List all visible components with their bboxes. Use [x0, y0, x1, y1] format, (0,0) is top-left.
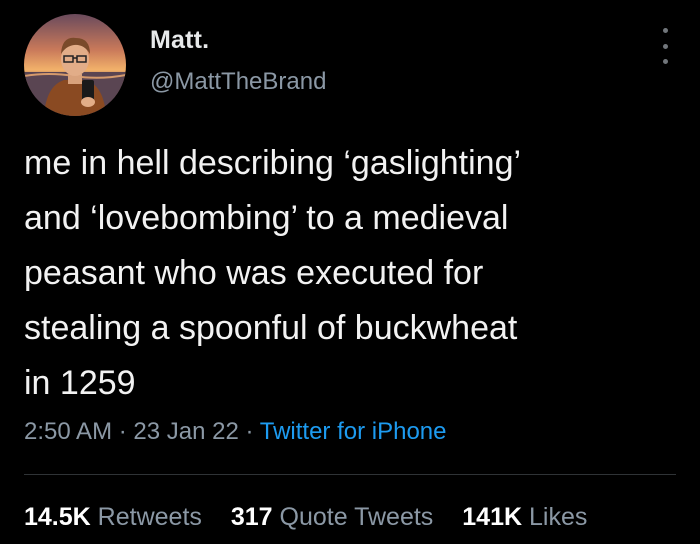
quote-tweets-stat[interactable]: 317 Quote Tweets — [231, 503, 433, 532]
meta-separator: · — [118, 418, 127, 445]
tweet-date[interactable]: 23 Jan 22 — [133, 418, 238, 445]
meta-separator: · — [245, 418, 254, 445]
likes-count: 141K — [462, 503, 523, 531]
more-vertical-icon[interactable] — [658, 28, 672, 64]
tweet-meta: 2:50 AM · 23 Jan 22 · Twitter for iPhone — [24, 418, 446, 446]
avatar-image — [24, 14, 126, 116]
author-handle[interactable]: @MattTheBrand — [150, 68, 326, 96]
quote-tweets-count: 317 — [230, 503, 273, 531]
tweet-text: me in hell describing ‘gaslighting’ and … — [24, 144, 522, 402]
tweet-stats: 14.5K Retweets 317 Quote Tweets 141K Lik… — [24, 503, 609, 532]
more-dot — [662, 43, 668, 49]
author-names: Matt. @MattTheBrand — [150, 26, 326, 96]
tweet-time[interactable]: 2:50 AM — [24, 418, 112, 445]
likes-label: Likes — [528, 503, 588, 531]
tweet-header: Matt. @MattTheBrand — [24, 14, 676, 116]
author-display-name[interactable]: Matt. — [150, 26, 326, 55]
tweet-source-link[interactable]: Twitter for iPhone — [260, 418, 447, 445]
retweets-label: Retweets — [97, 503, 202, 531]
quote-tweets-label: Quote Tweets — [279, 503, 434, 531]
retweets-count: 14.5K — [24, 503, 91, 531]
avatar[interactable] — [24, 14, 126, 116]
more-dot — [662, 28, 668, 33]
more-dot — [662, 59, 668, 64]
likes-stat[interactable]: 141K Likes — [462, 503, 587, 532]
divider — [24, 474, 676, 475]
retweets-stat[interactable]: 14.5K Retweets — [24, 503, 202, 532]
